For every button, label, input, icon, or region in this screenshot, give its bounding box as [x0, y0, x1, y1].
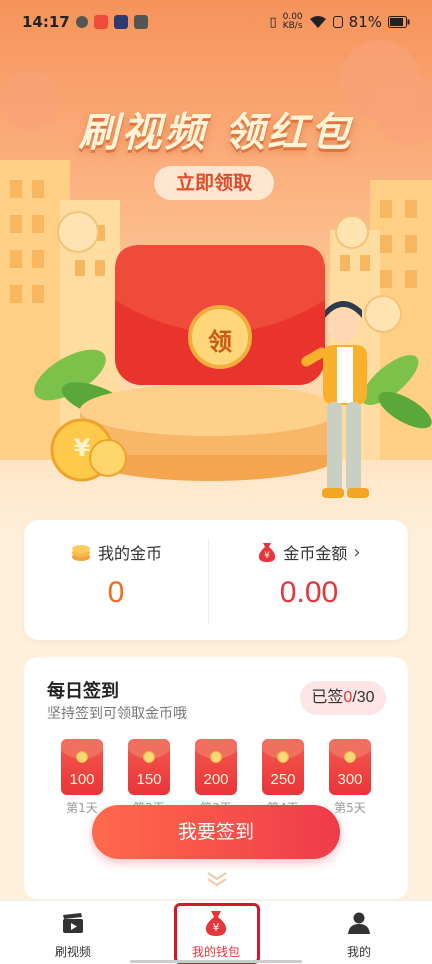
reward-day: 第1天 — [66, 801, 98, 815]
app-notification-icon — [93, 15, 108, 29]
message-app-icon — [133, 15, 148, 29]
my-coins-label: 我的金币 — [97, 544, 162, 563]
nav-tab-wallet[interactable]: ¥ 我的钱包 — [161, 901, 271, 964]
coin-icon — [210, 751, 222, 763]
leaf-app-icon — [75, 16, 88, 28]
hero-illustration — [0, 40, 432, 498]
home-indicator[interactable] — [130, 960, 302, 963]
reward-amount: 200 — [203, 771, 229, 788]
hero-title: 刷视频 领红包 — [78, 110, 354, 156]
battery-percent: 81% — [348, 13, 382, 31]
nav-label-videos: 刷视频 — [54, 945, 91, 959]
vibrate-icon: ▯ — [269, 14, 277, 30]
coin-icon — [76, 751, 88, 763]
coins-summary-card: 我的金币 0 ¥ 金币金额 › 0.00 — [24, 520, 408, 640]
nav-tab-videos[interactable]: 刷视频 — [18, 901, 128, 964]
wifi-icon — [309, 16, 326, 28]
money-bag-icon: ¥ — [205, 911, 227, 936]
reward-amount: 150 — [136, 771, 162, 788]
sim-off-icon — [332, 16, 343, 28]
claim-now-button[interactable]: 立即领取 — [154, 166, 274, 200]
coin-amount-label: 金币金额 — [283, 544, 348, 563]
reward-amount: 100 — [69, 771, 95, 788]
hero-banner[interactable]: 刷视频 领红包 立即领取 领 ¥ — [0, 0, 432, 540]
coin-amount-section[interactable]: ¥ 金币金额 › 0.00 — [210, 520, 408, 640]
coin-stack-icon — [71, 545, 90, 561]
coin-icon — [143, 751, 155, 763]
reward-envelope[interactable]: 100 — [61, 739, 103, 795]
envelope-badge: 领 — [208, 328, 232, 356]
net-speed: 0.00 KB/s — [283, 13, 303, 31]
daily-signin-card: 每日签到 坚持签到可领取金币哦 已签0/30 100 第1天 150 第2天 2… — [24, 657, 408, 899]
coin-amount-value: 0.00 — [279, 576, 339, 609]
my-coins-section[interactable]: 我的金币 0 — [24, 520, 208, 640]
money-bag-icon: ¥ — [259, 543, 276, 562]
signed-count: 0 — [343, 689, 353, 706]
battery-icon — [388, 16, 410, 28]
reward-envelope[interactable]: 250 — [262, 739, 304, 795]
signed-total: /30 — [352, 689, 375, 706]
reward-envelope[interactable]: 200 — [195, 739, 237, 795]
svg-text:¥: ¥ — [213, 921, 220, 934]
chevron-right-icon: › — [353, 541, 361, 563]
reward-amount: 300 — [337, 771, 363, 788]
status-time: 14:17 — [22, 13, 70, 31]
double-chevron-down-icon[interactable] — [206, 871, 228, 887]
bottom-navigation: 刷视频 ¥ 我的钱包 我的 — [0, 900, 432, 964]
divider — [208, 538, 209, 624]
svg-text:¥: ¥ — [265, 551, 271, 561]
coin-yuan-icon: ¥ — [73, 434, 91, 462]
signin-title: 每日签到 — [47, 681, 119, 702]
my-coins-value: 0 — [107, 576, 125, 609]
nav-tab-profile[interactable]: 我的 — [304, 901, 414, 964]
video-clapper-icon — [63, 913, 83, 933]
signin-progress-badge: 已签0/30 — [300, 681, 386, 715]
play-app-icon — [113, 15, 128, 29]
signin-subtitle: 坚持签到可领取金币哦 — [47, 706, 187, 722]
reward-day: 第5天 — [334, 801, 366, 815]
reward-envelope[interactable]: 150 — [128, 739, 170, 795]
signed-prefix: 已签 — [311, 689, 344, 706]
coin-icon — [344, 751, 356, 763]
net-speed-unit: KB/s — [282, 21, 303, 31]
reward-amount: 250 — [270, 771, 296, 788]
nav-label-wallet: 我的钱包 — [191, 945, 240, 959]
reward-envelopes: 100 第1天 150 第2天 200 第3天 250 第4天 300 — [24, 739, 408, 815]
person-icon — [348, 912, 370, 934]
wallet-page: 刷视频 领红包 立即领取 领 ¥ 14:17 ▯ 0.00 KB/s 81% 我… — [0, 0, 432, 964]
coin-icon — [277, 751, 289, 763]
reward-envelope[interactable]: 300 — [329, 739, 371, 795]
nav-label-profile: 我的 — [346, 945, 371, 959]
status-bar: 14:17 ▯ 0.00 KB/s 81% — [0, 0, 432, 44]
sign-in-button[interactable]: 我要签到 — [92, 805, 340, 859]
